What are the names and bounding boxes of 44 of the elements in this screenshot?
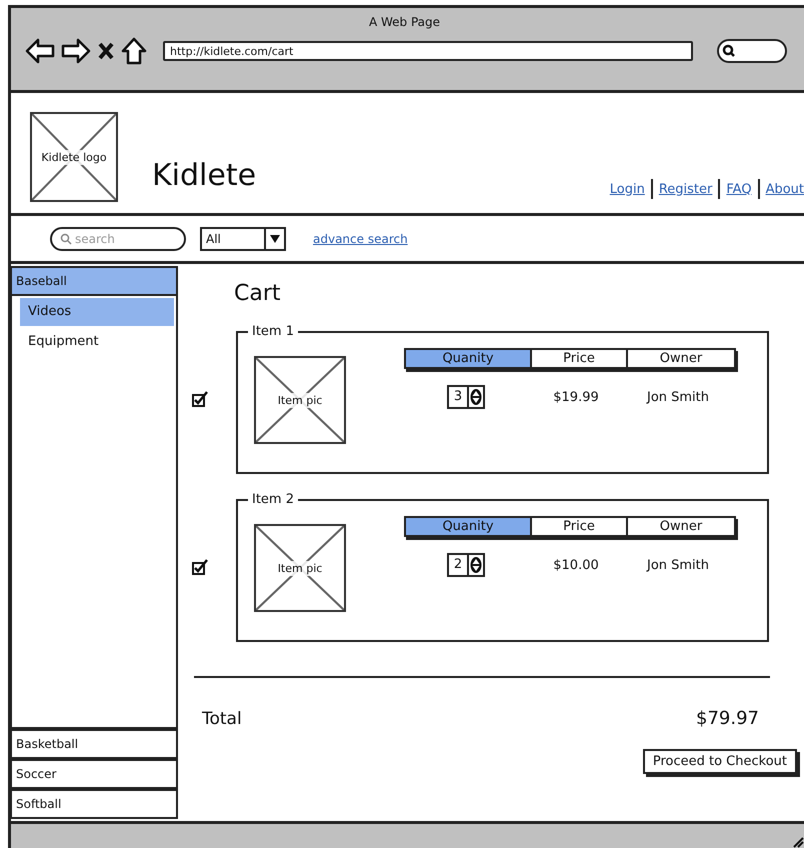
window-title: A Web Page [368, 15, 440, 29]
quantity-stepper[interactable]: 3 [446, 385, 486, 409]
caret-icon [270, 234, 280, 242]
sidebar-item[interactable]: Softball [10, 789, 178, 819]
placeholder-label: Kidlete logo [39, 150, 109, 164]
nav-link[interactable]: FAQ [726, 182, 752, 196]
nav-link[interactable]: About [766, 182, 804, 196]
page-title: Cart [234, 281, 282, 306]
spinner-arrows-icon[interactable] [467, 387, 484, 407]
sidebar-item[interactable]: Baseball [10, 266, 178, 296]
price-text: $19.99 [553, 390, 599, 404]
search-icon [60, 232, 72, 244]
panel-title: Item 2 [251, 492, 295, 507]
quantity-stepper[interactable]: 2 [446, 553, 486, 577]
column-header[interactable]: Quanity [406, 350, 530, 367]
back-icon[interactable] [25, 38, 55, 64]
search-icon [722, 44, 736, 58]
owner-text: Jon Smith [646, 558, 710, 572]
address-field[interactable]: http://kidlete.com/cart [163, 41, 693, 61]
sidebar-subitem[interactable]: Videos [20, 298, 174, 326]
sidebar-item[interactable]: Soccer [10, 759, 178, 789]
site-name: Kidlete [152, 158, 256, 193]
sidebar-item[interactable]: Basketball [10, 729, 178, 759]
spinner-arrows-icon[interactable] [467, 555, 484, 575]
checkbox[interactable] [192, 559, 208, 575]
nav-link[interactable]: Login [610, 182, 645, 196]
placeholder-label: Item pic [276, 392, 324, 408]
home-icon[interactable] [121, 37, 147, 65]
owner-text: Jon Smith [646, 390, 710, 404]
checkbox[interactable] [192, 391, 208, 407]
column-header[interactable]: Quanity [406, 518, 530, 535]
placeholder-label: Item pic [276, 560, 324, 576]
total-amount: $79.97 [696, 708, 759, 729]
category-dropdown[interactable]: All [200, 226, 286, 250]
forward-icon[interactable] [61, 38, 91, 64]
total-label: Total [202, 708, 242, 728]
panel-title: Item 1 [251, 324, 295, 339]
price-text: $10.00 [553, 558, 599, 572]
close-icon[interactable] [97, 41, 115, 61]
checkout-button[interactable]: Proceed to Checkout [642, 749, 797, 774]
search-field[interactable] [717, 39, 787, 63]
sidebar-subitem[interactable]: Equipment [20, 328, 174, 356]
nav-link[interactable]: Register [658, 182, 712, 196]
advanced-search-link[interactable]: advance search [313, 232, 408, 246]
